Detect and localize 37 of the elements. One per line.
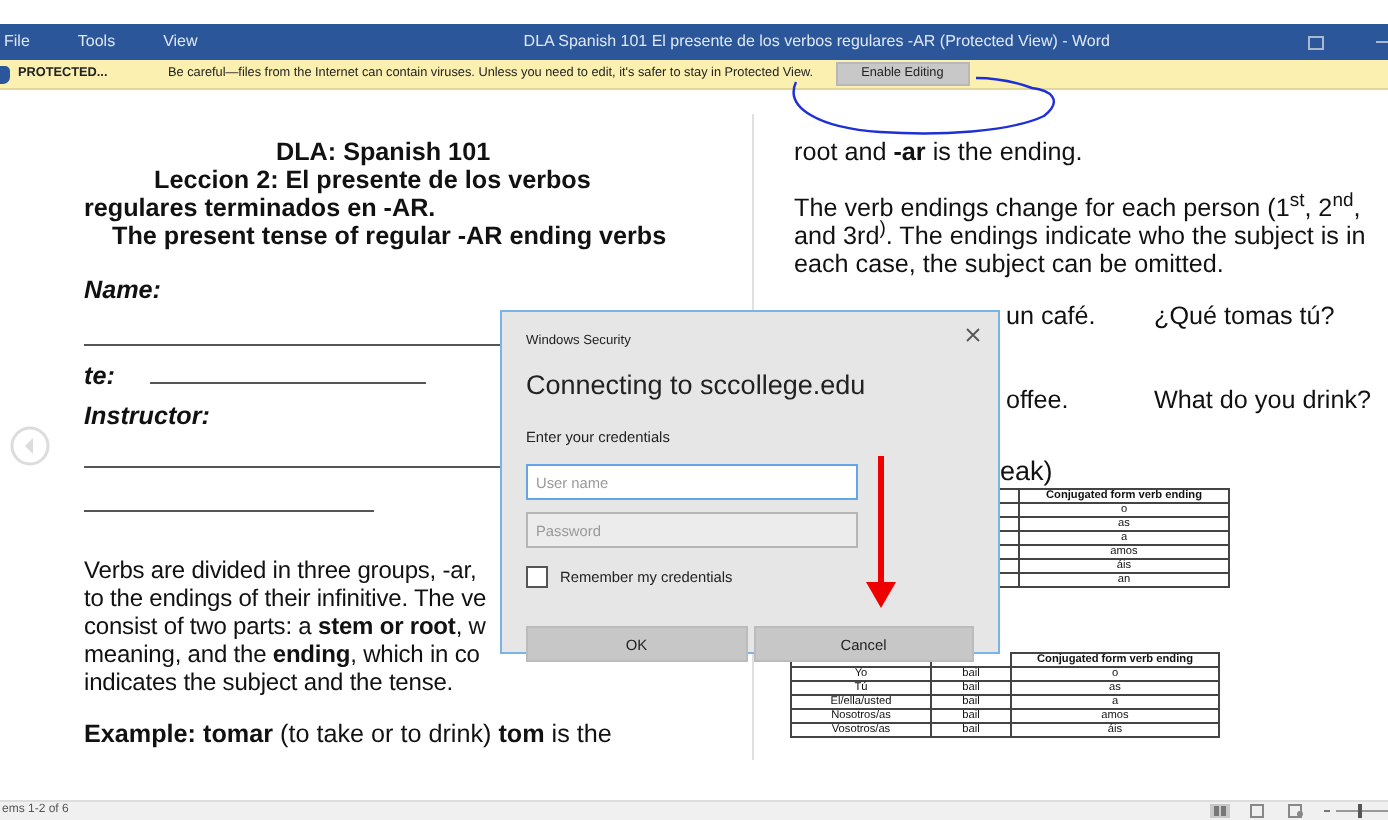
menu-item[interactable]: File bbox=[4, 30, 30, 54]
zoom-slider[interactable] bbox=[1336, 804, 1388, 818]
read-mode-icon[interactable] bbox=[1210, 804, 1230, 818]
heading-fragment: eak) bbox=[998, 458, 1055, 486]
example-text: What do you drink? bbox=[1154, 386, 1372, 414]
paragraph-line: and 3rd$^{)}$. The endings indicate who the subject is in bbox=[794, 222, 1368, 250]
heading-line: The present tense of regular -AR ending verbs bbox=[110, 222, 669, 250]
minimize-icon[interactable] bbox=[1376, 40, 1388, 44]
date-label: te: bbox=[84, 362, 115, 390]
heading-line: Leccion 2: El presente de los verbos bbox=[152, 166, 593, 194]
example-text: Example: tomar (to take or to drink) tom is the bbox=[84, 720, 614, 748]
name-label: Name: bbox=[84, 276, 163, 304]
heading-line: regulares terminados en -AR. bbox=[84, 194, 438, 222]
remember-checkbox[interactable] bbox=[526, 566, 548, 589]
paragraph-line: each case, the subject can be omitted. bbox=[794, 250, 1226, 278]
menu-item[interactable]: View bbox=[163, 30, 198, 54]
paragraph-line: meaning, and the ending, which in co bbox=[84, 640, 480, 668]
web-layout-icon[interactable] bbox=[1288, 804, 1304, 818]
window-title: DLA Spanish 101 El presente de los verbos regulares -AR (Protected View) - Word bbox=[521, 30, 1112, 54]
example-text: offee. bbox=[1006, 386, 1071, 414]
restore-icon[interactable] bbox=[1308, 35, 1324, 49]
paragraph-line: The verb endings change for each person (1$^{st}$, 2$^{nd}$, bbox=[794, 194, 1363, 222]
dialog-title: Connecting to sccollege.edu bbox=[526, 368, 868, 404]
paragraph-line: to the endings of their infinitive. The ve bbox=[84, 584, 487, 612]
example-text: ¿Qué tomas tú? bbox=[1154, 302, 1335, 330]
heading-line: DLA: Spanish 101 bbox=[274, 138, 493, 166]
slider-thumb[interactable] bbox=[1357, 804, 1362, 818]
paragraph-line: Verbs are divided in three groups, -ar, bbox=[84, 556, 477, 584]
paragraph-line: indicates the subject and the tense. bbox=[84, 668, 454, 696]
example-text: un café. bbox=[1006, 302, 1098, 330]
instructor-label: Instructor: bbox=[84, 402, 212, 430]
print-layout-icon[interactable] bbox=[1250, 804, 1264, 818]
menu-item[interactable]: Tools bbox=[77, 30, 116, 54]
paragraph-line: consist of two parts: a stem or root, w bbox=[84, 612, 486, 640]
body-text: root and -ar is the ending. bbox=[794, 138, 1085, 166]
shield-icon bbox=[0, 65, 10, 83]
close-icon[interactable] bbox=[966, 328, 980, 342]
